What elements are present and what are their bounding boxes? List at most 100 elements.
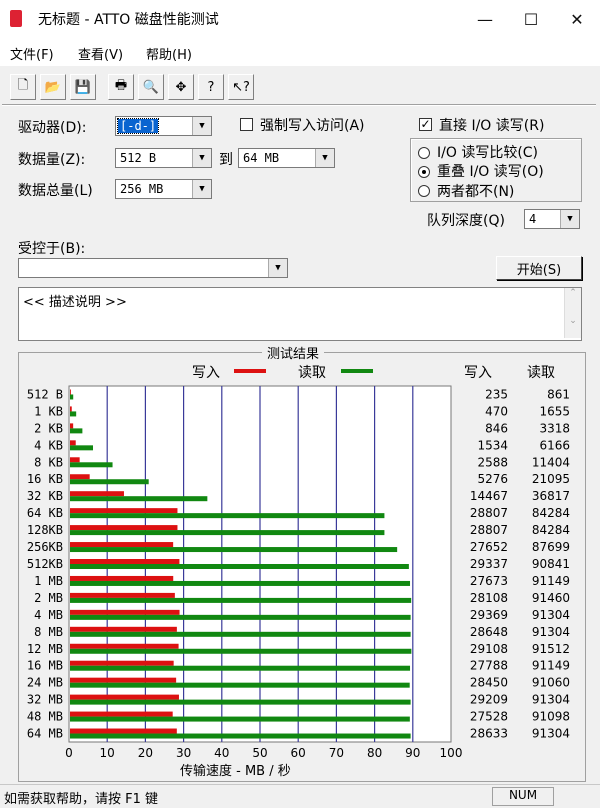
read-value: 6166: [539, 438, 570, 452]
size-label: 32 KB: [27, 489, 63, 503]
write-value: 29337: [470, 557, 508, 571]
x-tick-label: 70: [329, 746, 344, 760]
size-label: 16 MB: [27, 659, 63, 673]
read-bar: [70, 597, 412, 603]
write-bar: [70, 491, 124, 497]
write-bar: [70, 626, 177, 632]
read-value: 91304: [532, 727, 570, 741]
size-label: 16 KB: [27, 472, 63, 486]
read-bar: [70, 614, 411, 620]
write-value: 235: [485, 387, 508, 401]
size-label: 48 MB: [27, 710, 63, 724]
read-bar: [70, 733, 411, 739]
x-tick-label: 0: [65, 746, 73, 760]
read-bar: [70, 445, 94, 451]
read-value: 84284: [532, 523, 570, 537]
read-bar: [70, 530, 385, 536]
read-bar: [70, 699, 411, 705]
write-bar: [70, 525, 178, 531]
size-label: 256KB: [27, 540, 63, 554]
write-bar: [70, 542, 174, 548]
x-tick-label: 50: [252, 746, 267, 760]
read-value: 1655: [539, 404, 570, 418]
size-label: 12 MB: [27, 642, 63, 656]
read-value: 90841: [532, 557, 570, 571]
write-value: 5276: [477, 472, 508, 486]
write-value: 29369: [470, 608, 508, 622]
write-bar: [70, 508, 178, 514]
read-value: 91149: [532, 659, 570, 673]
write-bar: [70, 677, 177, 683]
write-value: 846: [485, 421, 508, 435]
read-value: 36817: [532, 489, 570, 503]
x-tick-label: 10: [100, 746, 115, 760]
write-bar: [70, 609, 180, 615]
write-bar: [70, 643, 179, 649]
read-value: 91460: [532, 591, 570, 605]
read-bar: [70, 564, 409, 569]
write-bar: [70, 559, 180, 564]
read-bar: [70, 411, 77, 417]
read-bar: [70, 665, 411, 671]
size-label: 32 MB: [27, 693, 63, 707]
read-value: 861: [547, 387, 570, 401]
num-lock-indicator: NUM: [492, 787, 554, 806]
write-value: 2588: [477, 455, 508, 469]
read-value: 3318: [539, 421, 570, 435]
write-bar: [70, 440, 76, 446]
write-value: 28633: [470, 727, 508, 741]
status-text: 如需获取帮助，请按 F1 键: [4, 792, 159, 807]
size-label: 1 KB: [34, 404, 63, 418]
read-value: 91304: [532, 693, 570, 707]
size-label: 512 B: [27, 387, 63, 401]
write-value: 29209: [470, 693, 508, 707]
x-tick-label: 30: [176, 746, 191, 760]
write-value: 29108: [470, 642, 508, 656]
write-bar: [70, 406, 72, 412]
write-value: 28108: [470, 591, 508, 605]
size-label: 128KB: [27, 523, 63, 537]
size-label: 1 MB: [34, 574, 63, 588]
read-bar: [70, 394, 74, 400]
write-value: 1534: [477, 438, 508, 452]
status-bar: 如需获取帮助，请按 F1 键 NUM: [0, 784, 600, 808]
write-bar: [70, 457, 80, 463]
write-value: 27788: [470, 659, 508, 673]
read-value: 21095: [532, 472, 570, 486]
read-bar: [70, 496, 208, 502]
write-value: 28450: [470, 676, 508, 690]
write-value: 28807: [470, 506, 508, 520]
write-value: 27673: [470, 574, 508, 588]
write-bar: [70, 474, 90, 480]
read-bar: [70, 631, 411, 637]
write-value: 28807: [470, 523, 508, 537]
size-label: 2 MB: [34, 591, 63, 605]
write-bar: [70, 592, 175, 598]
read-bar: [70, 462, 113, 468]
size-label: 24 MB: [27, 676, 63, 690]
read-value: 91304: [532, 608, 570, 622]
read-bar: [70, 479, 149, 485]
read-value: 91060: [532, 676, 570, 690]
x-tick-label: 90: [405, 746, 420, 760]
read-bar: [70, 682, 410, 688]
read-value: 11404: [532, 455, 570, 469]
read-value: 91098: [532, 710, 570, 724]
write-bar: [70, 389, 71, 395]
size-label: 8 KB: [34, 455, 63, 469]
x-tick-label: 20: [138, 746, 153, 760]
x-axis-label: 传输速度 - MB / 秒: [180, 764, 291, 779]
write-value: 27528: [470, 710, 508, 724]
read-value: 87699: [532, 540, 570, 554]
write-bar: [70, 694, 179, 700]
results-chart: 0 10 20 30 40 50 60 70 80 90 100 512 B 235 861 1 KB 470…: [27, 385, 570, 760]
x-tick-label: 80: [367, 746, 382, 760]
read-value: 91304: [532, 625, 570, 639]
write-bar: [70, 660, 174, 666]
write-value: 14467: [470, 489, 508, 503]
read-bar: [70, 648, 412, 654]
size-label: 64 KB: [27, 506, 63, 520]
write-bar: [70, 575, 174, 581]
size-label: 4 KB: [34, 438, 63, 452]
size-label: 64 MB: [27, 727, 63, 741]
